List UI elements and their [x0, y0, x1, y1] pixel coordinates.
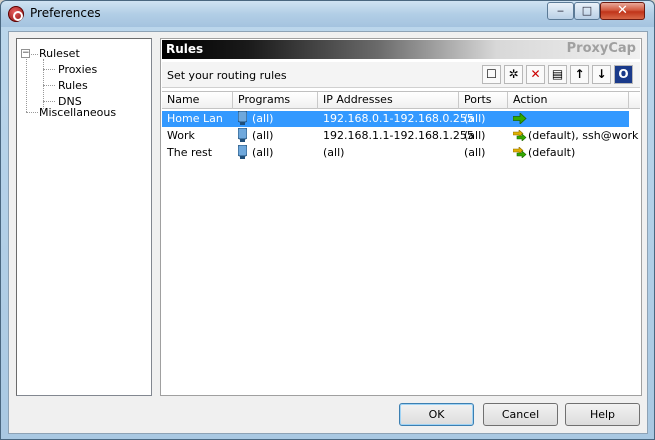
rule-action: (default): [528, 146, 576, 159]
rules-list[interactable]: Name Programs IP Addresses Ports Action …: [162, 91, 640, 395]
rule-ip-addresses: (all): [323, 146, 345, 159]
ok-button[interactable]: OK: [399, 403, 474, 426]
rule-ports: (all): [464, 146, 486, 159]
column-header-action[interactable]: Action: [508, 92, 629, 109]
rule-name: Home Lan: [167, 112, 223, 125]
tree-connector: [43, 69, 55, 70]
tree-item-rules[interactable]: Rules: [58, 79, 88, 92]
tree-connector: [26, 112, 38, 113]
rule-ports: (all): [464, 129, 486, 142]
preferences-window: Preferences ‒ □ ✕ − Ruleset Proxies Rule…: [0, 0, 655, 440]
brand-label: ProxyCap: [566, 41, 636, 56]
help-button[interactable]: Help: [565, 403, 640, 426]
maximize-button[interactable]: □: [574, 2, 600, 20]
delete-icon[interactable]: ✕: [526, 65, 545, 84]
rules-pane: Rules ProxyCap Set your routing rules ☐ …: [160, 38, 642, 396]
window-title: Preferences: [30, 6, 101, 20]
tree-connector: [43, 101, 55, 102]
tree-connector: [26, 59, 27, 112]
list-header: Name Programs IP Addresses Ports Action: [162, 92, 640, 109]
minimize-button[interactable]: ‒: [547, 2, 574, 20]
title-bar[interactable]: Preferences ‒ □ ✕: [1, 1, 654, 27]
instruction-text: Set your routing rules: [167, 69, 287, 82]
move-up-icon[interactable]: ↑: [570, 65, 589, 84]
rule-programs: (all): [252, 146, 274, 159]
column-header-programs[interactable]: Programs: [233, 92, 318, 109]
close-button[interactable]: ✕: [600, 2, 645, 20]
direct-arrow-icon: [513, 113, 527, 124]
app-icon: [8, 6, 24, 22]
column-header-name[interactable]: Name: [162, 92, 233, 109]
dialog-client-area: − Ruleset Proxies Rules DNS Miscellaneou…: [8, 31, 648, 434]
pane-title: Rules: [166, 42, 204, 56]
pane-header: Rules ProxyCap: [162, 40, 640, 59]
properties-icon[interactable]: ▤: [548, 65, 567, 84]
tree-item-proxies[interactable]: Proxies: [58, 63, 97, 76]
instruction-bar: Set your routing rules ☐ ✲ ✕ ▤ ↑ ↓ O: [162, 62, 640, 88]
tree-item-miscellaneous[interactable]: Miscellaneous: [39, 106, 116, 119]
options-icon[interactable]: O: [614, 65, 633, 84]
rule-name: The rest: [167, 146, 213, 159]
tree-item-ruleset[interactable]: Ruleset: [39, 47, 80, 60]
program-icon: [238, 128, 247, 142]
column-header-ports[interactable]: Ports: [459, 92, 508, 109]
rule-programs: (all): [252, 129, 274, 142]
table-row[interactable]: Home Lan (all) 192.168.0.1-192.168.0.255…: [162, 111, 629, 127]
rule-name: Work: [167, 129, 195, 142]
rule-ip-addresses: 192.168.0.1-192.168.0.255: [323, 112, 474, 125]
tree-connector: [31, 54, 38, 55]
rule-ports: (all): [464, 112, 486, 125]
program-icon: [238, 111, 247, 125]
wizard-icon[interactable]: ✲: [504, 65, 523, 84]
cancel-button[interactable]: Cancel: [483, 403, 558, 426]
proxy-chain-icon: [513, 147, 527, 158]
category-tree[interactable]: − Ruleset Proxies Rules DNS Miscellaneou…: [16, 38, 152, 396]
tree-connector: [43, 85, 55, 86]
rules-toolbar: ☐ ✲ ✕ ▤ ↑ ↓ O: [482, 65, 638, 85]
new-rule-icon[interactable]: ☐: [482, 65, 501, 84]
table-row[interactable]: Work (all) 192.168.1.1-192.168.1.255 (al…: [162, 128, 638, 144]
proxy-chain-icon: [513, 130, 527, 141]
collapse-toggle-icon[interactable]: −: [21, 49, 30, 58]
table-row[interactable]: The rest (all) (all) (all) (default): [162, 145, 629, 161]
move-down-icon[interactable]: ↓: [592, 65, 611, 84]
program-icon: [238, 145, 247, 159]
rule-ip-addresses: 192.168.1.1-192.168.1.255: [323, 129, 474, 142]
column-header-ip-addresses[interactable]: IP Addresses: [318, 92, 459, 109]
rule-action: (default), ssh@work: [528, 129, 639, 142]
rule-programs: (all): [252, 112, 274, 125]
